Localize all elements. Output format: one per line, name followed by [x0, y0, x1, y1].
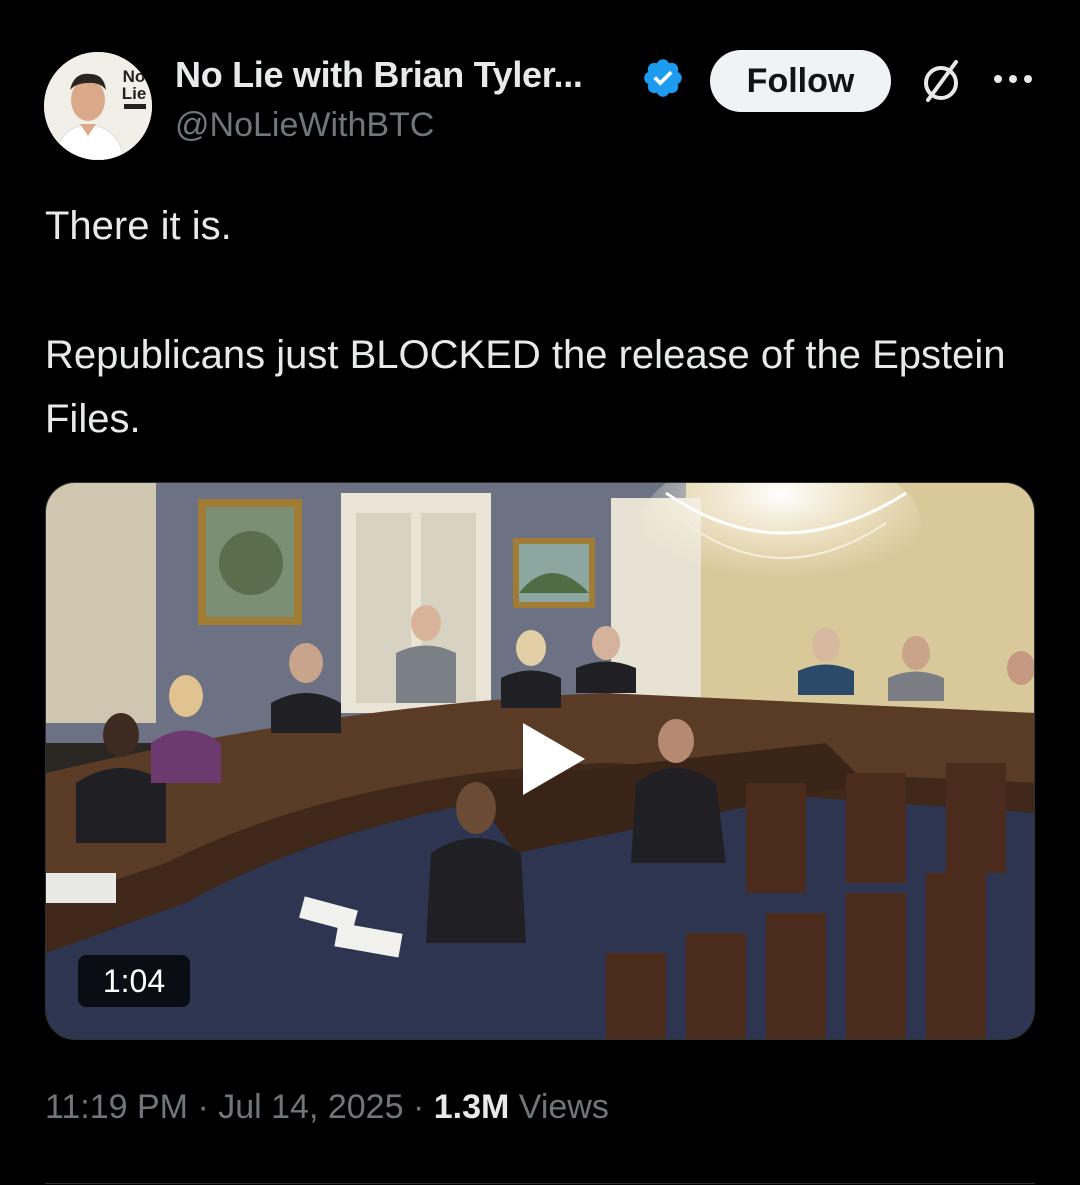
avatar-image: No Lie: [44, 52, 152, 160]
more-icon[interactable]: [992, 72, 1034, 86]
meta-separator: ·: [403, 1088, 434, 1126]
grok-icon[interactable]: [916, 56, 966, 106]
tweet-header: No Lie No Lie with Brian Tyler... @NoLie…: [44, 50, 1044, 160]
avatar-logo-text: Lie: [122, 84, 147, 103]
tweet-time[interactable]: 11:19 PM: [45, 1088, 188, 1126]
tweet-paragraph: There it is.: [45, 204, 232, 248]
follow-button[interactable]: Follow: [710, 50, 891, 112]
views-label: Views: [518, 1088, 609, 1126]
verified-badge-icon: [644, 59, 682, 97]
tweet-paragraph: Republicans just BLOCKED the release of …: [45, 333, 1006, 441]
video-player[interactable]: 1:04: [45, 482, 1035, 1040]
meta-separator: ·: [188, 1088, 219, 1126]
tweet-date[interactable]: Jul 14, 2025: [218, 1088, 403, 1126]
views-count: 1.3M: [433, 1088, 510, 1126]
author-avatar[interactable]: No Lie: [44, 52, 152, 160]
author-handle[interactable]: @NoLieWithBTC: [175, 106, 434, 145]
author-display-name[interactable]: No Lie with Brian Tyler...: [175, 54, 583, 96]
video-duration-badge: 1:04: [78, 955, 190, 1007]
divider: [45, 1183, 1035, 1184]
tweet-meta: 11:19 PM · Jul 14, 2025 · 1.3M Views: [45, 1088, 609, 1127]
play-icon[interactable]: [519, 719, 589, 799]
tweet-text: There it is. Republicans just BLOCKED th…: [45, 194, 1035, 516]
